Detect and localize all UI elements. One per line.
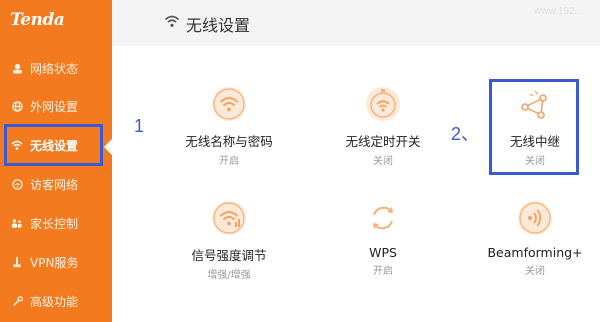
wifi-timer-icon [364, 85, 402, 123]
annotation-step-1: 1 [134, 116, 145, 136]
wifi-icon [164, 13, 180, 33]
sidebar-item-label: VPN服务 [30, 255, 79, 270]
tile-status: 增强/增强 [207, 270, 251, 281]
parental-icon [10, 216, 24, 230]
signal-strength-icon [210, 199, 248, 237]
status-icon [10, 61, 24, 75]
vpn-icon [10, 255, 24, 269]
tile-wifi-timer[interactable]: 无线定时开关 关闭 [318, 85, 448, 167]
tile-status: 关闭 [373, 156, 393, 167]
sidebar-item-network-status[interactable]: 网络状态 [0, 49, 112, 87]
tile-wps[interactable]: WPS 开启 [318, 199, 448, 277]
tile-label: 信号强度调节 [191, 248, 267, 263]
page-title: 无线设置 [186, 16, 251, 35]
tile-wifi-name-password[interactable]: 无线名称与密码 开启 [164, 85, 294, 167]
tile-label: 无线名称与密码 [185, 134, 273, 149]
repeater-highlight-box [489, 79, 579, 175]
guest-icon [10, 177, 24, 191]
sidebar-item-advanced[interactable]: 高级功能 [0, 282, 112, 320]
sidebar-item-wan-settings[interactable]: 外网设置 [0, 87, 112, 125]
sidebar-item-label: 访客网络 [30, 177, 79, 192]
tile-label: WPS [369, 245, 397, 260]
sidebar-item-label: 高级功能 [30, 294, 79, 309]
active-nav-highlight-box [4, 124, 103, 166]
tile-label: 无线定时开关 [345, 134, 421, 149]
sidebar-item-label: 网络状态 [30, 61, 79, 76]
sidebar-item-parental-control[interactable]: 家长控制 [0, 204, 112, 242]
wps-icon [364, 199, 402, 237]
sidebar-item-label: 家长控制 [30, 216, 79, 231]
active-nav-pointer [104, 139, 112, 155]
beamforming-icon [516, 199, 554, 237]
sidebar-item-vpn-service[interactable]: VPN服务 [0, 243, 112, 281]
tile-status: 开启 [373, 266, 393, 277]
globe-icon [10, 99, 24, 113]
tile-status: 开启 [219, 156, 239, 167]
tile-signal-strength[interactable]: 信号强度调节 增强/增强 [164, 199, 294, 281]
wifi-icon [210, 85, 248, 123]
advanced-icon [10, 294, 24, 308]
tenda-logo: Tenda [10, 10, 65, 30]
tile-status: 关闭 [525, 266, 545, 277]
sidebar-item-label: 外网设置 [30, 99, 79, 114]
tile-label: Beamforming+ [487, 245, 583, 260]
tile-beamforming[interactable]: Beamforming+ 关闭 [470, 199, 600, 277]
watermark-text: www.192... [534, 6, 583, 17]
sidebar-item-guest-network[interactable]: 访客网络 [0, 165, 112, 203]
